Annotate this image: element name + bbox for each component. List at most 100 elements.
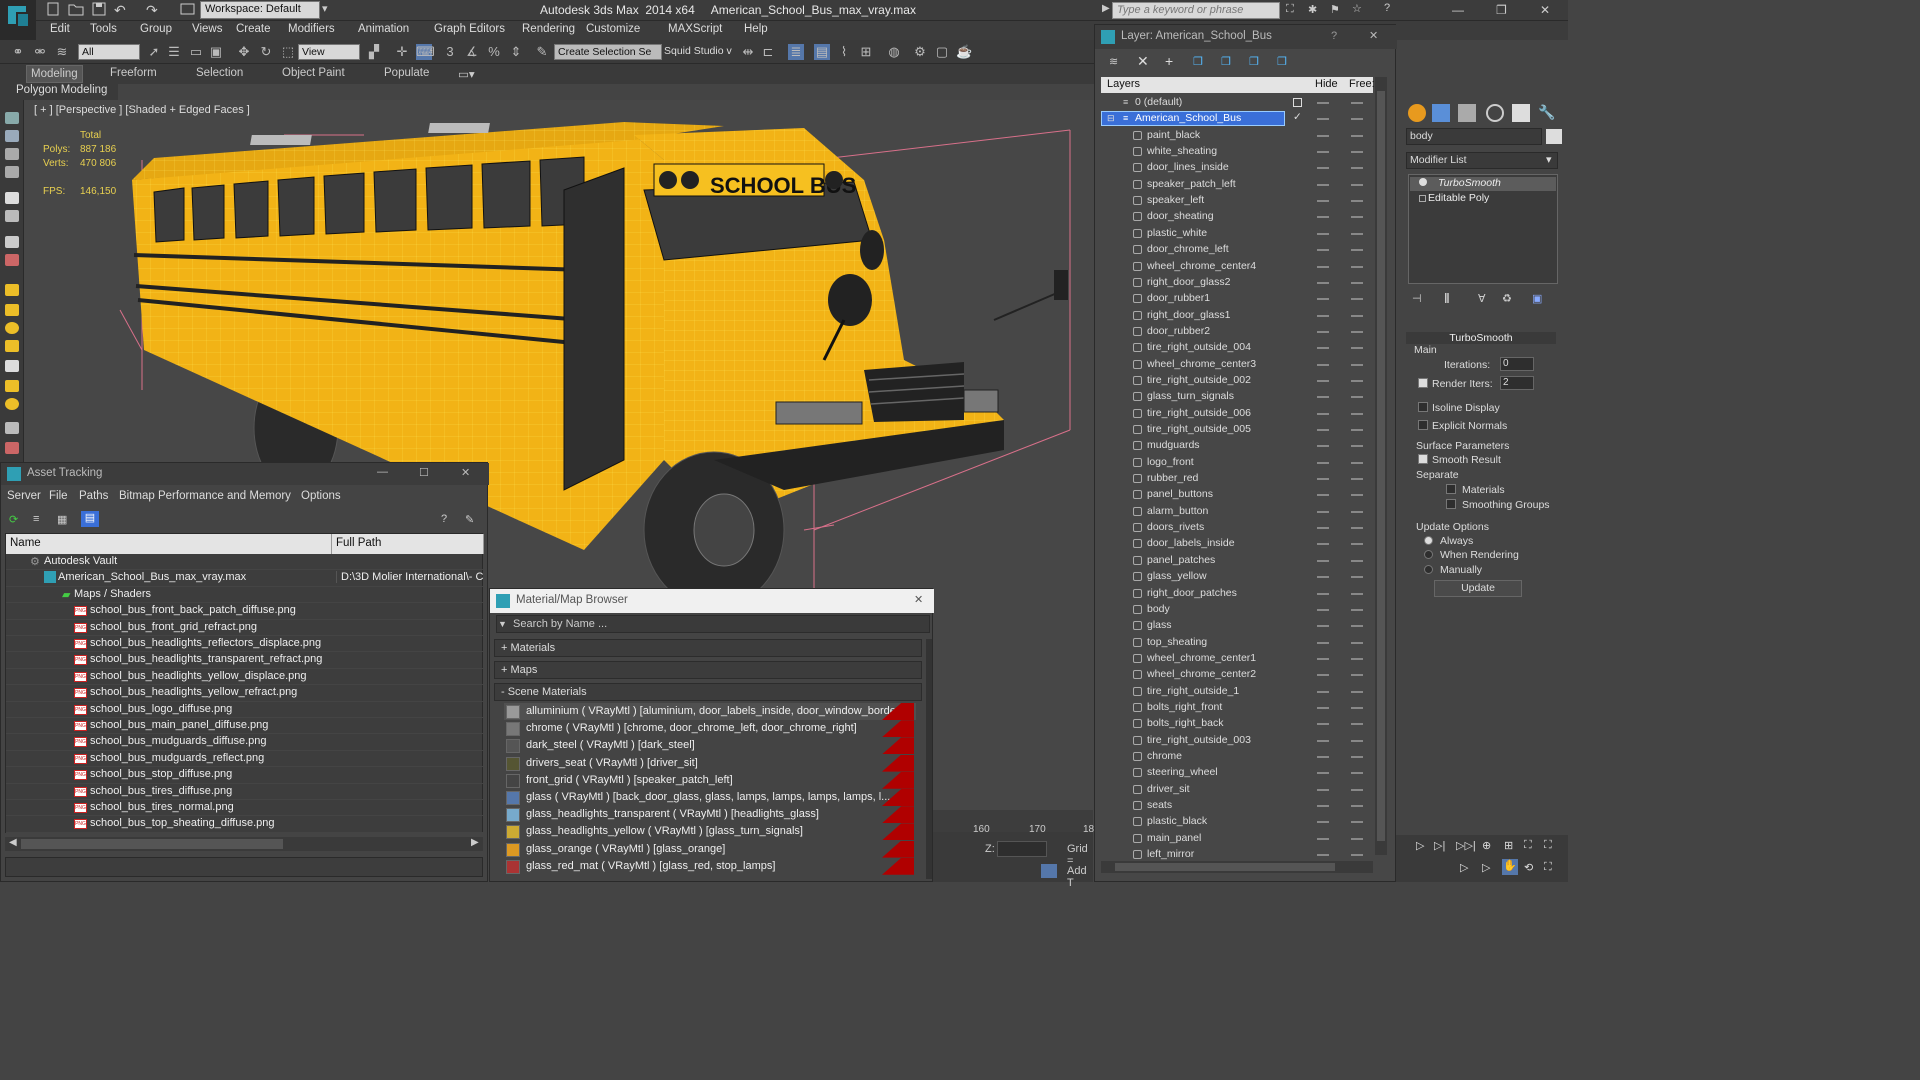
current-layer-box[interactable]	[1293, 98, 1302, 107]
layer-object-row[interactable]: wheel_chrome_center3	[1101, 357, 1373, 373]
menu-graph-editors[interactable]: Graph Editors	[434, 23, 505, 35]
tool-icon[interactable]	[5, 380, 19, 392]
layer-object-row[interactable]: tire_right_outside_1	[1101, 684, 1373, 700]
polygon-modeling-panel[interactable]: Polygon Modeling	[0, 84, 118, 100]
display-tab-icon[interactable]	[1512, 104, 1530, 122]
search-options-icon[interactable]: ▼	[498, 619, 507, 629]
open-file-icon[interactable]	[68, 2, 84, 18]
hide-toggle[interactable]	[1317, 625, 1329, 628]
hide-toggle[interactable]	[1317, 379, 1329, 382]
hide-toggle[interactable]	[1317, 281, 1329, 284]
hide-toggle[interactable]	[1317, 657, 1329, 660]
hide-toggle[interactable]	[1317, 183, 1329, 186]
layer-object-row[interactable]: speaker_patch_left	[1101, 177, 1373, 193]
new-file-icon[interactable]	[46, 2, 62, 18]
settings-icon[interactable]: ✎	[465, 513, 474, 526]
vertical-scrollbar[interactable]	[926, 639, 932, 879]
layer-object-row[interactable]: driver_sit	[1101, 782, 1373, 798]
material-item[interactable]: glass_headlights_transparent ( VRayMtl )…	[504, 806, 916, 824]
layer-object-row[interactable]: alarm_button	[1101, 504, 1373, 520]
freeze-toggle[interactable]	[1351, 330, 1363, 333]
tab-populate[interactable]: Populate	[384, 67, 429, 79]
layer-object-row[interactable]: speaker_left	[1101, 193, 1373, 209]
hide-toggle[interactable]	[1317, 478, 1329, 481]
freeze-toggle[interactable]	[1351, 494, 1363, 497]
app-logo-button[interactable]	[0, 0, 36, 42]
modify-tab-icon[interactable]	[1432, 104, 1450, 122]
render-iters-spinner[interactable]: 2	[1500, 376, 1534, 390]
freeze-toggle[interactable]	[1351, 854, 1363, 857]
reference-coord-dropdown[interactable]: View	[298, 44, 360, 60]
snaps-toggle-icon[interactable]: 3	[442, 44, 458, 60]
freeze-toggle[interactable]	[1351, 429, 1363, 431]
freeze-toggle[interactable]	[1351, 788, 1363, 791]
workspace-dropdown[interactable]: Workspace: Default	[200, 1, 320, 19]
close-icon[interactable]: ✕	[461, 466, 470, 479]
always-radio[interactable]	[1424, 536, 1433, 545]
table-row[interactable]: ▰ Maps / Shaders	[6, 587, 484, 604]
layer-object-row[interactable]: rubber_red	[1101, 471, 1373, 487]
layer-object-row[interactable]: door_lines_inside	[1101, 160, 1373, 176]
chevron-down-icon[interactable]: ▾	[1546, 153, 1552, 166]
tab-modeling[interactable]: Modeling	[26, 65, 83, 83]
hide-all-icon[interactable]: ❐	[1249, 55, 1259, 68]
collapse-icon[interactable]: ⊟	[1107, 113, 1115, 124]
maximize-icon[interactable]: ❐	[1496, 3, 1507, 17]
hide-toggle[interactable]	[1317, 429, 1329, 431]
hide-toggle[interactable]	[1317, 706, 1329, 709]
menu-edit[interactable]: Edit	[50, 23, 70, 35]
rollout-turbosmooth[interactable]: TurboSmooth	[1406, 332, 1556, 344]
layer-object-row[interactable]: tire_right_outside_005	[1101, 422, 1373, 438]
material-item[interactable]: glass_orange ( VRayMtl ) [glass_orange]	[504, 840, 916, 858]
freeze-toggle[interactable]	[1351, 805, 1363, 808]
schematic-view-icon[interactable]: ⊞	[858, 44, 874, 60]
active-check-icon[interactable]: ✓	[1293, 111, 1302, 123]
hide-toggle[interactable]	[1317, 788, 1329, 791]
window-crossing-icon[interactable]: ▣	[208, 44, 224, 60]
material-item[interactable]: front_grid ( VRayMtl ) [speaker_patch_le…	[504, 771, 916, 789]
hide-toggle[interactable]	[1317, 445, 1329, 448]
section-maps[interactable]: + Maps	[494, 661, 922, 679]
col-hide[interactable]: Hide	[1315, 78, 1338, 90]
pin-stack-icon[interactable]: ⊣	[1412, 292, 1422, 305]
isoline-checkbox[interactable]	[1418, 402, 1428, 412]
binoculars-icon[interactable]: ⛶	[1286, 3, 1294, 16]
hide-toggle[interactable]	[1317, 314, 1329, 317]
percent-snap-icon[interactable]: %	[486, 44, 502, 60]
go-to-end-icon[interactable]: ▷▷|	[1456, 839, 1476, 852]
scrollbar-thumb[interactable]	[21, 839, 283, 849]
layer-object-row[interactable]: top_sheating	[1101, 635, 1373, 651]
new-layer-icon[interactable]: ≋	[1109, 55, 1118, 68]
tool-icon[interactable]	[5, 112, 19, 124]
communication-icon[interactable]: ⚑	[1330, 3, 1340, 16]
move-icon[interactable]: ✥	[236, 44, 252, 60]
layer-object-row[interactable]: door_chrome_left	[1101, 242, 1373, 258]
layer-object-row[interactable]: right_door_patches	[1101, 586, 1373, 602]
orbit-icon[interactable]: ⟲	[1524, 861, 1533, 874]
layer-object-row[interactable]: body	[1101, 602, 1373, 618]
material-item[interactable]: chrome ( VRayMtl ) [chrome, door_chrome_…	[504, 720, 916, 738]
stack-item-editable-poly[interactable]: Editable Poly	[1410, 192, 1556, 206]
freeze-toggle[interactable]	[1351, 657, 1363, 660]
freeze-toggle[interactable]	[1351, 772, 1363, 775]
hide-toggle[interactable]	[1317, 641, 1329, 644]
unlink-icon[interactable]: ⚮	[32, 44, 48, 60]
tool-icon[interactable]	[5, 210, 19, 222]
layer-object-row[interactable]: wheel_chrome_center2	[1101, 667, 1373, 683]
hide-toggle[interactable]	[1317, 330, 1329, 333]
hide-toggle[interactable]	[1317, 216, 1329, 219]
mirror-icon[interactable]: ⇹	[740, 44, 756, 60]
render-setup-icon[interactable]: ⚙	[912, 44, 928, 60]
tab-object-paint[interactable]: Object Paint	[282, 67, 345, 79]
scrollbar-thumb[interactable]	[1377, 91, 1385, 841]
light-bulb-icon[interactable]	[1419, 178, 1427, 186]
layer-object-row[interactable]: tire_right_outside_004	[1101, 340, 1373, 356]
hide-toggle[interactable]	[1317, 200, 1329, 203]
layer-object-row[interactable]: door_rubber2	[1101, 324, 1373, 340]
keyboard-shortcut-icon[interactable]: ⌨	[416, 44, 435, 60]
keyword-search-input[interactable]: Type a keyword or phrase	[1112, 2, 1280, 19]
object-color-swatch[interactable]	[1546, 129, 1562, 144]
rect-selection-icon[interactable]: ▭	[188, 44, 204, 60]
hide-toggle[interactable]	[1317, 412, 1329, 415]
layer-object-row[interactable]: door_sheating	[1101, 209, 1373, 225]
